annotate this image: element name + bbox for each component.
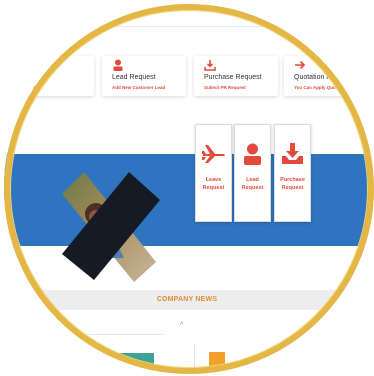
airplane-icon xyxy=(202,145,225,163)
card-purchase-request[interactable]: Purchase Request Submit PR Request xyxy=(194,56,278,96)
company-news-heading: COMPANY NEWS xyxy=(156,296,218,303)
widget-right xyxy=(194,344,305,370)
widget-left xyxy=(44,334,164,370)
card-title: est xyxy=(30,74,40,81)
card-lead-request[interactable]: Lead Request Add New Customer Lead xyxy=(102,56,186,96)
widget-left-icon xyxy=(90,341,96,348)
tile-label: Leave Request xyxy=(202,177,225,191)
tile-leave-request[interactable]: Leave Request xyxy=(195,124,232,222)
card-subtitle: You Can Apply Quotation xyxy=(294,85,348,90)
top-divider xyxy=(4,26,370,27)
orange-bar xyxy=(209,352,225,370)
card-calendar-request[interactable]: est Calender xyxy=(4,56,94,96)
company-news-header: COMPANY NEWS xyxy=(4,290,370,310)
teal-bar xyxy=(80,353,154,370)
hero-x-graphic xyxy=(62,172,160,282)
card-subtitle: Submit PR Request xyxy=(204,85,246,90)
tile-label: Lead Request xyxy=(241,177,264,191)
card-title: Quotation Requ xyxy=(294,74,344,81)
chevron-up-icon[interactable]: ^ xyxy=(180,322,183,329)
card-subtitle: Calender xyxy=(20,85,40,90)
tile-purchase-request[interactable]: Purchase Request xyxy=(274,124,311,222)
download-tray-icon xyxy=(204,60,216,71)
card-title: Lead Request xyxy=(112,74,156,81)
download-tray-icon xyxy=(282,143,303,164)
person-icon xyxy=(244,143,261,165)
person-icon xyxy=(113,59,123,71)
tile-lead-request[interactable]: Lead Request xyxy=(234,124,271,222)
tile-label: Purchase Request xyxy=(280,177,305,191)
card-title: Purchase Request xyxy=(204,74,262,81)
card-subtitle: Add New Customer Lead xyxy=(112,85,166,90)
circular-frame: est Calender Lead Request Add New Custom… xyxy=(4,4,370,370)
arrow-right-icon xyxy=(295,60,306,70)
card-quotation-request[interactable]: Quotation Requ You Can Apply Quotation xyxy=(284,56,370,96)
